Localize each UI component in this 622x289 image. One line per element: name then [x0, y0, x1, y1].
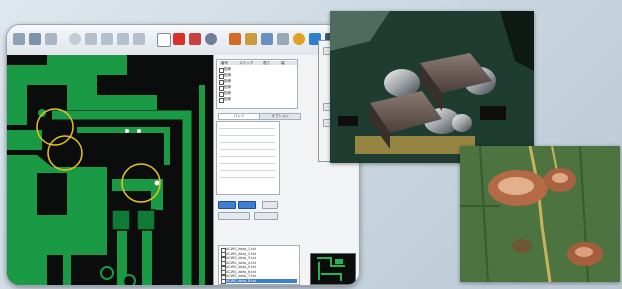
item-label: ACWS_data_4.txt — [226, 260, 256, 265]
user-icon[interactable] — [205, 33, 217, 45]
grid-icon[interactable] — [117, 33, 129, 45]
pad-illustration — [460, 146, 620, 282]
folder-icon[interactable] — [13, 33, 25, 45]
property-row — [219, 125, 275, 129]
layer-icon[interactable] — [133, 33, 145, 45]
light-icon[interactable] — [293, 33, 305, 45]
item-label: ACWS_data_7.txt — [226, 274, 256, 278]
apply-button[interactable] — [218, 201, 236, 209]
option-button[interactable] — [262, 201, 278, 209]
page-icon[interactable] — [45, 33, 57, 45]
table-header-row: 番号 ステップ 長さ 幅 — [219, 61, 297, 65]
toolbar — [7, 25, 359, 56]
table-header: 番号 — [221, 61, 228, 65]
value-field[interactable] — [218, 212, 250, 220]
table-row[interactable]: 配線 — [219, 91, 279, 97]
item-label: ACWS_data_3.txt — [226, 256, 256, 260]
item-label: ACWS_data_2.txt — [226, 251, 256, 256]
thumbnail-traces — [317, 257, 345, 281]
property-row — [219, 153, 275, 157]
close-icon[interactable] — [189, 33, 201, 45]
row-label: 配線 — [224, 67, 231, 71]
table-row[interactable]: 配線 — [219, 67, 279, 73]
tab-option[interactable]: オプション — [259, 113, 301, 120]
row-label: 配線 — [224, 97, 231, 101]
component-illustration — [330, 11, 534, 163]
info-icon[interactable] — [69, 33, 81, 45]
property-row — [219, 167, 275, 171]
smd-component-photo — [330, 11, 534, 163]
property-row — [219, 132, 275, 136]
pcb-traces — [7, 55, 213, 285]
property-list[interactable] — [216, 121, 280, 195]
property-row — [219, 160, 275, 164]
table-row[interactable]: 配線 — [219, 73, 279, 79]
pcb-pad-photo — [460, 146, 620, 282]
table-header: ステップ — [239, 61, 253, 65]
align-icon[interactable] — [101, 33, 113, 45]
list-icon[interactable] — [85, 33, 97, 45]
list-item[interactable]: ACWS_data_2.txt — [221, 251, 281, 257]
list-item[interactable]: ACWS_data_4.txt — [221, 260, 281, 266]
save-icon[interactable] — [29, 33, 41, 45]
set-button[interactable] — [238, 201, 256, 209]
pcb-layout-canvas[interactable] — [7, 55, 213, 285]
table-row[interactable]: 配線 — [219, 85, 279, 91]
row-label: 配線 — [224, 73, 231, 77]
cad-window: 番号 ステップ 長さ 幅 配線 配線 配線 配線 配線 配線 パッド オプション — [6, 24, 360, 286]
delete-icon[interactable] — [173, 33, 185, 45]
update-button[interactable] — [254, 212, 278, 220]
document-icon[interactable] — [245, 33, 257, 45]
table-row[interactable]: 配線 — [219, 79, 279, 85]
export-icon[interactable] — [229, 33, 241, 45]
list-item[interactable]: ACWS_data_7.txt — [221, 274, 281, 280]
property-row — [219, 146, 275, 150]
table-header: 幅 — [281, 61, 285, 65]
item-label: ACWS_data_6.txt — [226, 269, 256, 274]
row-label: 配線 — [224, 91, 231, 95]
list-item[interactable]: ACWS_data_5.txt — [221, 265, 281, 271]
select-icon[interactable] — [157, 33, 171, 47]
list-item[interactable]: ACWS_data_6.txt — [221, 269, 281, 275]
thumbnail-preview[interactable] — [310, 253, 356, 285]
property-row — [219, 139, 275, 143]
list-item[interactable]: ACWS_data_3.txt — [221, 256, 281, 262]
row-label: 配線 — [224, 85, 231, 89]
row-label: 配線 — [224, 79, 231, 83]
report-icon[interactable] — [277, 33, 289, 45]
copy-icon[interactable] — [261, 33, 273, 45]
table-header: 長さ — [263, 61, 270, 65]
property-row — [219, 174, 275, 178]
table-row[interactable]: 配線 — [219, 97, 279, 103]
item-label: ACWS_data_8.txt — [226, 278, 256, 283]
wire-table[interactable]: 番号 ステップ 長さ 幅 配線 配線 配線 配線 配線 配線 — [216, 59, 298, 109]
list-item-selected[interactable]: ACWS_data_8.txt — [221, 278, 297, 284]
tab-pad[interactable]: パッド — [218, 113, 260, 120]
list-item[interactable]: ACWS_data_1.txt — [221, 247, 281, 253]
file-list[interactable]: ACWS_data_1.txt ACWS_data_2.txt ACWS_dat… — [218, 245, 300, 285]
item-label: ACWS_data_1.txt — [226, 247, 256, 251]
item-label: ACWS_data_5.txt — [226, 265, 256, 269]
